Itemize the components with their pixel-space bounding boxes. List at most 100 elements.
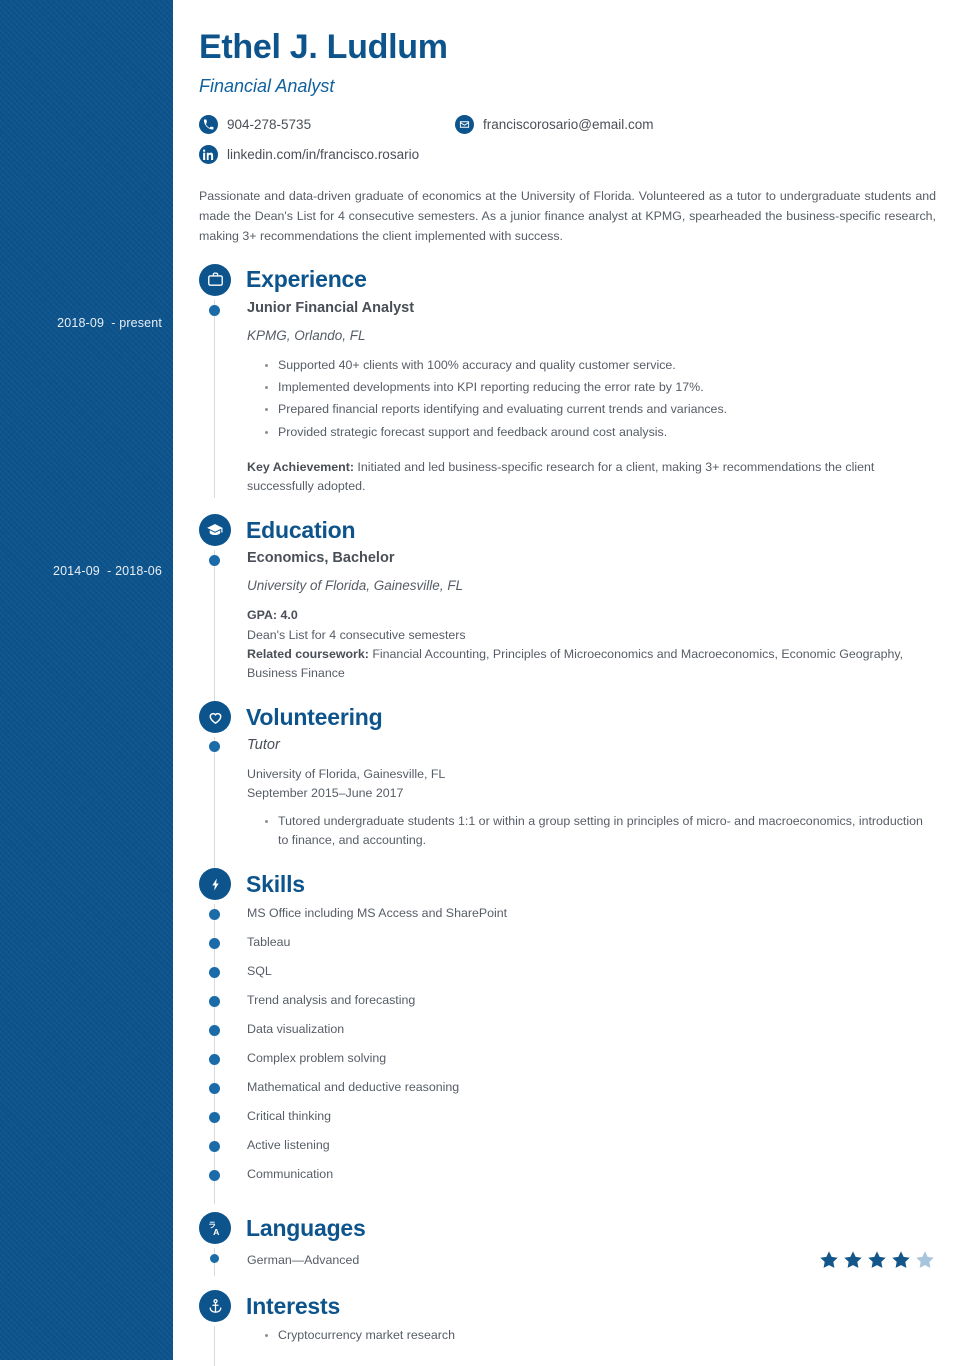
anchor-icon — [199, 1290, 231, 1323]
resume-header: Ethel J. Ludlum Financial Analyst 904-27… — [173, 0, 962, 164]
section-title-skills: Skills — [246, 870, 305, 897]
experience-company: KPMG, Orlando, FL — [247, 327, 366, 343]
linkedin-text: linkedin.com/in/francisco.rosario — [227, 146, 420, 162]
experience-entry: Junior Financial Analyst KPMG, Orlando, … — [199, 300, 936, 496]
briefcase-icon — [199, 263, 231, 296]
skill-item: Mathematical and deductive reasoning — [199, 1078, 936, 1107]
star-icon-empty — [916, 1251, 934, 1268]
lightning-bolt-icon — [199, 868, 231, 901]
page-title: Ethel J. Ludlum — [199, 28, 448, 66]
list-item: Supported 40+ clients with 100% accuracy… — [265, 356, 936, 375]
section-title-education: Education — [246, 516, 356, 543]
section-header-skills: Skills — [199, 864, 936, 904]
skill-item: MS Office including MS Access and ShareP… — [199, 904, 936, 933]
education-coursework: Related coursework: Financial Accounting… — [247, 645, 936, 683]
sidebar-date-education: 2014-09 - 2018-06 — [52, 564, 162, 578]
sidebar-date-experience: 2018-09 - present — [57, 316, 162, 330]
star-icon-filled — [868, 1251, 886, 1268]
section-title-interests: Interests — [246, 1292, 341, 1319]
skill-label: Tableau — [247, 935, 291, 950]
education-gpa-value: GPA: 4.0 — [247, 608, 298, 623]
section-skills: Skills MS Office including MS Access and… — [199, 864, 936, 1205]
timeline-dot — [209, 1141, 220, 1153]
timeline-dot — [209, 909, 220, 921]
skill-item: Critical thinking — [199, 1107, 936, 1136]
skill-label: Active listening — [247, 1138, 330, 1153]
section-title-experience: Experience — [246, 266, 367, 293]
education-entry: Economics, Bachelor University of Florid… — [199, 550, 936, 683]
education-honors: Dean's List for 4 consecutive semesters — [247, 627, 466, 642]
star-icon-filled — [820, 1251, 838, 1268]
envelope-icon — [455, 114, 474, 134]
skill-item: Communication — [199, 1165, 936, 1194]
contact-email[interactable]: franciscorosario@email.com — [455, 114, 654, 134]
experience-role: Junior Financial Analyst — [247, 299, 415, 316]
section-header-interests: Interests — [199, 1286, 936, 1326]
list-item: Tutored undergraduate students 1:1 or wi… — [265, 812, 936, 850]
section-header-languages: ラ A Languages — [199, 1208, 936, 1248]
skill-label: Mathematical and deductive reasoning — [247, 1080, 460, 1095]
star-icon-filled — [844, 1251, 862, 1268]
timeline-dot — [209, 996, 220, 1008]
phone-icon — [199, 114, 218, 134]
timeline-dot — [209, 1054, 220, 1066]
skill-item: Tableau — [199, 933, 936, 962]
section-header-experience: Experience — [199, 260, 936, 300]
svg-text:A: A — [213, 1226, 220, 1236]
volunteering-place: University of Florida, Gainesville, FL — [247, 767, 446, 782]
profile-summary: Passionate and data-driven graduate of e… — [199, 188, 936, 243]
language-item: German—Advanced — [199, 1248, 936, 1272]
contact-linkedin[interactable]: linkedin.com/in/francisco.rosario — [199, 144, 420, 164]
section-education: Education Economics, Bachelor University… — [199, 510, 936, 714]
volunteering-bullets: Tutored undergraduate students 1:1 or wi… — [247, 812, 936, 850]
timeline-dot — [209, 1112, 220, 1124]
skill-label: Communication — [247, 1167, 334, 1182]
section-interests: Interests Cryptocurrency market research — [199, 1286, 936, 1366]
section-volunteering: Volunteering Tutor University of Florida… — [199, 697, 936, 888]
interests-bullets: Cryptocurrency market research — [247, 1326, 936, 1345]
skill-label: Data visualization — [247, 1022, 345, 1037]
resume-main-column: Ethel J. Ludlum Financial Analyst 904-27… — [173, 0, 962, 1366]
timeline-dot — [209, 1170, 220, 1182]
skill-label: MS Office including MS Access and ShareP… — [247, 906, 508, 921]
timeline-dot — [209, 1083, 220, 1095]
language-label: German—Advanced — [247, 1253, 360, 1268]
education-gpa: GPA: 4.0 — [247, 606, 936, 625]
section-languages: ラ A Languages German—Advanced — [199, 1208, 936, 1277]
skill-item: Complex problem solving — [199, 1049, 936, 1078]
timeline-dot — [209, 304, 220, 316]
heart-icon — [199, 701, 231, 734]
volunteering-entry: Tutor University of Florida, Gainesville… — [199, 737, 936, 850]
star-icon-filled — [892, 1251, 910, 1268]
coursework-label: Related coursework: — [247, 646, 369, 661]
section-title-volunteering: Volunteering — [246, 703, 383, 730]
translate-icon: ラ A — [199, 1212, 231, 1245]
experience-key-achievement: Key Achievement: Initiated and led busin… — [247, 458, 936, 496]
timeline-dot — [210, 1254, 219, 1264]
timeline-dot — [209, 1025, 220, 1037]
section-experience: Experience Junior Financial Analyst KPMG… — [199, 260, 936, 498]
skill-item: SQL — [199, 962, 936, 991]
contact-block: 904-278-5735 franciscorosario@email.com — [199, 114, 936, 164]
timeline-dot — [209, 741, 220, 753]
experience-bullets: Supported 40+ clients with 100% accuracy… — [247, 356, 936, 442]
timeline-dot — [209, 967, 220, 979]
skill-label: Trend analysis and forecasting — [247, 993, 416, 1008]
section-header-volunteering: Volunteering — [199, 697, 936, 737]
interests-entry: Cryptocurrency market research — [199, 1326, 936, 1345]
list-item: Provided strategic forecast support and … — [265, 423, 936, 442]
linkedin-icon — [199, 144, 218, 164]
job-title: Financial Analyst — [199, 75, 335, 96]
list-item: Implemented developments into KPI report… — [265, 378, 936, 397]
skill-label: Complex problem solving — [247, 1051, 387, 1066]
section-header-education: Education — [199, 510, 936, 550]
timeline-dot — [209, 555, 220, 567]
contact-phone[interactable]: 904-278-5735 — [199, 114, 455, 134]
volunteering-role: Tutor — [247, 737, 280, 754]
list-item: Prepared financial reports identifying a… — [265, 400, 936, 419]
skill-label: Critical thinking — [247, 1109, 332, 1124]
section-title-languages: Languages — [246, 1214, 366, 1241]
graduation-cap-icon — [199, 514, 231, 547]
language-rating-stars — [818, 1249, 936, 1271]
timeline-dot — [209, 938, 220, 950]
